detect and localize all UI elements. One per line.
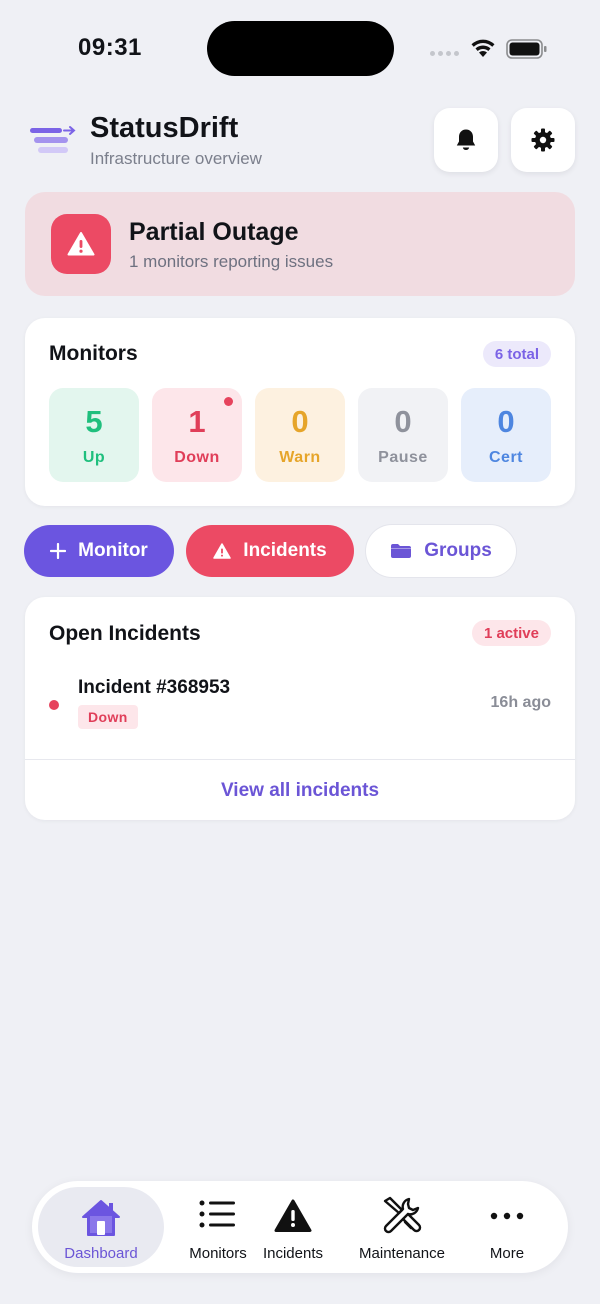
nav-label: Incidents (262, 1245, 324, 1262)
notifications-button[interactable] (434, 108, 498, 172)
stat-warn[interactable]: 0 Warn (255, 388, 345, 482)
stat-label: Pause (378, 449, 428, 466)
stat-label: Down (174, 449, 220, 466)
stat-value: 1 (188, 404, 206, 439)
app-logo-icon (30, 126, 76, 153)
incidents-button-label: Incidents (243, 540, 327, 561)
monitors-card-title: Monitors (49, 342, 138, 365)
stat-pause[interactable]: 0 Pause (358, 388, 448, 482)
monitors-card: Monitors 6 total 5 Up 1 Down 0 Warn 0 Pa… (25, 318, 575, 506)
nav-label: More (489, 1245, 525, 1262)
nav-label: Maintenance (359, 1245, 445, 1262)
settings-button[interactable] (511, 108, 575, 172)
warning-icon (274, 1199, 312, 1232)
view-all-incidents-link[interactable]: View all incidents (25, 780, 575, 802)
nav-label: Dashboard (64, 1245, 138, 1262)
plus-icon (50, 543, 67, 559)
tools-icon (383, 1196, 422, 1234)
stat-cert[interactable]: 0 Cert (461, 388, 551, 482)
incident-time: 16h ago (490, 694, 551, 711)
groups-button[interactable]: Groups (366, 525, 516, 577)
home-icon (82, 1200, 120, 1236)
nav-incidents[interactable]: Incidents (248, 1187, 338, 1267)
cellular-signal-icon (430, 51, 459, 56)
warning-icon (67, 232, 95, 256)
outage-icon-tile (51, 214, 111, 274)
stat-down[interactable]: 1 Down (152, 388, 242, 482)
stat-value: 0 (497, 404, 515, 439)
status-bar: 09:31 (0, 0, 600, 100)
warning-icon (213, 543, 232, 559)
stat-label: Up (82, 449, 106, 466)
nav-dashboard[interactable]: Dashboard (38, 1187, 164, 1267)
nav-more[interactable]: More (462, 1187, 552, 1267)
incident-status-dot (49, 700, 59, 710)
stat-value: 5 (85, 404, 103, 439)
active-incidents-badge: 1 active (471, 620, 551, 646)
stat-up[interactable]: 5 Up (49, 388, 139, 482)
bell-icon (456, 129, 476, 150)
app-title: StatusDrift (90, 112, 239, 144)
bottom-nav: Dashboard Monitors Incidents Maintenance (32, 1181, 568, 1273)
clock: 09:31 (78, 34, 142, 61)
add-monitor-label: Monitor (78, 540, 148, 561)
stat-label: Warn (279, 449, 321, 466)
open-incidents-title: Open Incidents (49, 622, 201, 645)
add-monitor-button[interactable]: Monitor (24, 525, 174, 577)
battery-icon (506, 39, 547, 59)
nav-maintenance[interactable]: Maintenance (348, 1187, 456, 1267)
more-dots-icon (490, 1212, 524, 1220)
list-icon (199, 1200, 235, 1228)
groups-button-label: Groups (424, 540, 492, 561)
outage-banner[interactable]: Partial Outage 1 monitors reporting issu… (25, 192, 575, 296)
incident-title: Incident #368953 (78, 677, 231, 698)
stat-value: 0 (394, 404, 412, 439)
folder-icon (391, 544, 412, 558)
wifi-icon (471, 39, 495, 57)
incidents-button[interactable]: Incidents (186, 525, 354, 577)
dynamic-island (207, 21, 394, 76)
incident-status-badge: Down (78, 705, 138, 729)
divider (25, 759, 575, 760)
stat-label: Cert (488, 449, 523, 466)
gear-icon (531, 128, 555, 152)
stat-value: 0 (291, 404, 309, 439)
outage-subtitle: 1 monitors reporting issues (129, 252, 334, 271)
monitors-total-badge: 6 total (482, 341, 551, 367)
open-incidents-card: Open Incidents 1 active Incident #368953… (25, 597, 575, 820)
app-subtitle: Infrastructure overview (90, 149, 262, 168)
outage-title: Partial Outage (129, 218, 299, 246)
